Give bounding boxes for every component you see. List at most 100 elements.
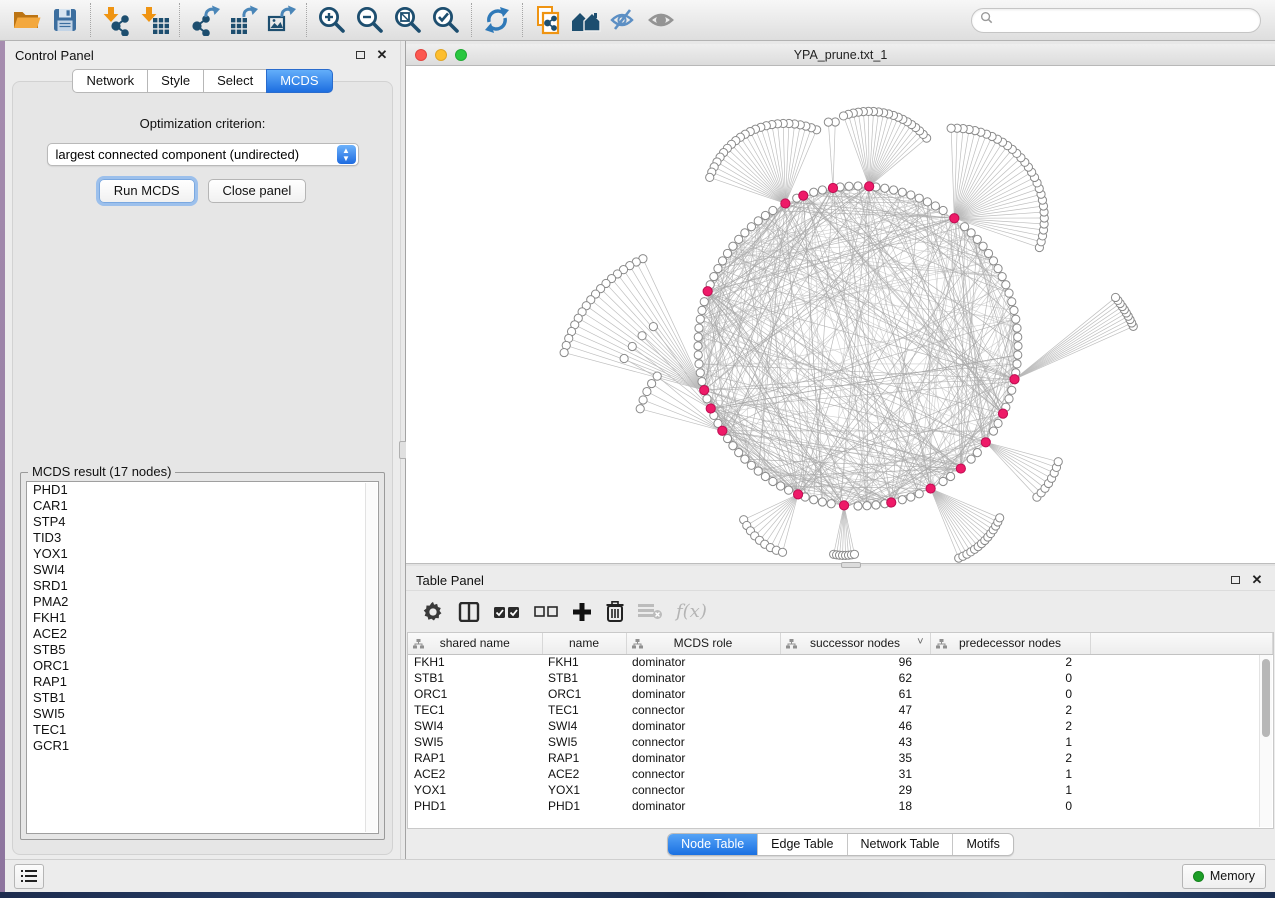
select-all-button[interactable] (494, 597, 520, 627)
list-item[interactable]: PHD1 (27, 482, 378, 498)
cell-MCDS-role[interactable]: dominator (626, 750, 780, 766)
cell-MCDS-role[interactable]: connector (626, 782, 780, 798)
close-panel-button[interactable]: ✕ (374, 48, 390, 62)
table-row[interactable]: FKH1FKH1dominator962 (408, 654, 1273, 670)
list-item[interactable]: STP4 (27, 514, 378, 530)
list-item[interactable]: SWI5 (27, 706, 378, 722)
table-row[interactable]: RAP1RAP1dominator352 (408, 750, 1273, 766)
deselect-all-button[interactable] (534, 597, 558, 627)
show-eye-button[interactable] (643, 2, 681, 38)
zoom-fit-button[interactable] (389, 2, 427, 38)
list-item[interactable]: TID3 (27, 530, 378, 546)
optimization-criterion-select[interactable]: largest connected component (undirected)… (47, 143, 359, 166)
memory-button[interactable]: Memory (1182, 864, 1266, 889)
column-header-shared-name[interactable]: shared name (408, 633, 542, 654)
cell-shared-name[interactable]: PHD1 (408, 798, 542, 814)
cell-shared-name[interactable]: RAP1 (408, 750, 542, 766)
cell-shared-name[interactable]: SWI4 (408, 718, 542, 734)
tab-motifs[interactable]: Motifs (953, 834, 1012, 855)
cell-successor-nodes[interactable]: 61 (780, 686, 930, 702)
cell-name[interactable]: YOX1 (542, 782, 626, 798)
cell-shared-name[interactable]: ACE2 (408, 766, 542, 782)
cell-predecessor-nodes[interactable]: 0 (930, 798, 1090, 814)
export-table-button[interactable] (224, 2, 262, 38)
tab-select[interactable]: Select (203, 69, 266, 93)
cell-name[interactable]: TEC1 (542, 702, 626, 718)
export-image-button[interactable] (262, 2, 300, 38)
cell-successor-nodes[interactable]: 31 (780, 766, 930, 782)
list-item[interactable]: FKH1 (27, 610, 378, 626)
export-network-button[interactable] (186, 2, 224, 38)
cell-name[interactable]: STB1 (542, 670, 626, 686)
zoom-in-button[interactable] (313, 2, 351, 38)
network-window-titlebar[interactable]: YPA_prune.txt_1 (406, 44, 1275, 66)
column-header-successor-nodes[interactable]: successor nodes˅ (780, 633, 930, 654)
table-row[interactable]: SWI4SWI4dominator462 (408, 718, 1273, 734)
table-scrollbar-thumb[interactable] (1262, 659, 1270, 737)
open-session-button[interactable] (8, 2, 46, 38)
cell-name[interactable]: SWI5 (542, 734, 626, 750)
table-row[interactable]: ACE2ACE2connector311 (408, 766, 1273, 782)
cell-successor-nodes[interactable]: 62 (780, 670, 930, 686)
tab-edge-table[interactable]: Edge Table (758, 834, 847, 855)
cell-successor-nodes[interactable]: 29 (780, 782, 930, 798)
table-scrollbar-track[interactable] (1259, 655, 1272, 827)
cell-successor-nodes[interactable]: 43 (780, 734, 930, 750)
float-panel-button[interactable] (352, 48, 368, 62)
list-scrollbar-track[interactable] (365, 483, 377, 832)
column-header-predecessor-nodes[interactable]: predecessor nodes (930, 633, 1090, 654)
list-item[interactable]: SWI4 (27, 562, 378, 578)
cell-shared-name[interactable]: ORC1 (408, 686, 542, 702)
hide-labels-button[interactable] (605, 2, 643, 38)
tab-mcds[interactable]: MCDS (266, 69, 332, 93)
cell-shared-name[interactable]: STB1 (408, 670, 542, 686)
table-settings-gear-button[interactable] (422, 597, 444, 627)
list-item[interactable]: GCR1 (27, 738, 378, 754)
zoom-out-button[interactable] (351, 2, 389, 38)
cell-MCDS-role[interactable]: dominator (626, 654, 780, 670)
run-mcds-button[interactable]: Run MCDS (99, 179, 195, 203)
cell-shared-name[interactable]: TEC1 (408, 702, 542, 718)
cell-predecessor-nodes[interactable]: 2 (930, 654, 1090, 670)
task-history-button[interactable] (14, 864, 44, 889)
tab-node-table[interactable]: Node Table (668, 834, 758, 855)
list-item[interactable]: YOX1 (27, 546, 378, 562)
table-row[interactable]: ORC1ORC1dominator610 (408, 686, 1273, 702)
tab-network[interactable]: Network (72, 69, 147, 93)
cell-shared-name[interactable]: FKH1 (408, 654, 542, 670)
splitter-grip[interactable] (841, 562, 861, 568)
cell-name[interactable]: RAP1 (542, 750, 626, 766)
import-table-button[interactable] (135, 2, 173, 38)
list-item[interactable]: PMA2 (27, 594, 378, 610)
cell-predecessor-nodes[interactable]: 1 (930, 734, 1090, 750)
cell-MCDS-role[interactable]: dominator (626, 670, 780, 686)
cell-MCDS-role[interactable]: connector (626, 734, 780, 750)
delete-column-button[interactable] (606, 597, 624, 627)
float-table-panel-button[interactable] (1227, 573, 1243, 587)
cell-predecessor-nodes[interactable]: 2 (930, 750, 1090, 766)
cell-name[interactable]: FKH1 (542, 654, 626, 670)
cell-predecessor-nodes[interactable]: 1 (930, 782, 1090, 798)
cell-predecessor-nodes[interactable]: 0 (930, 670, 1090, 686)
tab-style[interactable]: Style (147, 69, 203, 93)
cell-predecessor-nodes[interactable]: 2 (930, 718, 1090, 734)
table-row[interactable]: PHD1PHD1dominator180 (408, 798, 1273, 814)
list-item[interactable]: RAP1 (27, 674, 378, 690)
cell-name[interactable]: ORC1 (542, 686, 626, 702)
cell-shared-name[interactable]: YOX1 (408, 782, 542, 798)
tab-network-table[interactable]: Network Table (848, 834, 954, 855)
add-column-button[interactable] (572, 597, 592, 627)
table-row[interactable]: TEC1TEC1connector472 (408, 702, 1273, 718)
cell-successor-nodes[interactable]: 96 (780, 654, 930, 670)
cell-predecessor-nodes[interactable]: 2 (930, 702, 1090, 718)
cell-successor-nodes[interactable]: 46 (780, 718, 930, 734)
list-item[interactable]: ORC1 (27, 658, 378, 674)
cell-name[interactable]: SWI4 (542, 718, 626, 734)
list-item[interactable]: TEC1 (27, 722, 378, 738)
close-table-panel-button[interactable]: ✕ (1249, 573, 1265, 587)
list-item[interactable]: ACE2 (27, 626, 378, 642)
list-item[interactable]: SRD1 (27, 578, 378, 594)
cell-MCDS-role[interactable]: connector (626, 702, 780, 718)
table-row[interactable]: YOX1YOX1connector291 (408, 782, 1273, 798)
table-row[interactable]: STB1STB1dominator620 (408, 670, 1273, 686)
